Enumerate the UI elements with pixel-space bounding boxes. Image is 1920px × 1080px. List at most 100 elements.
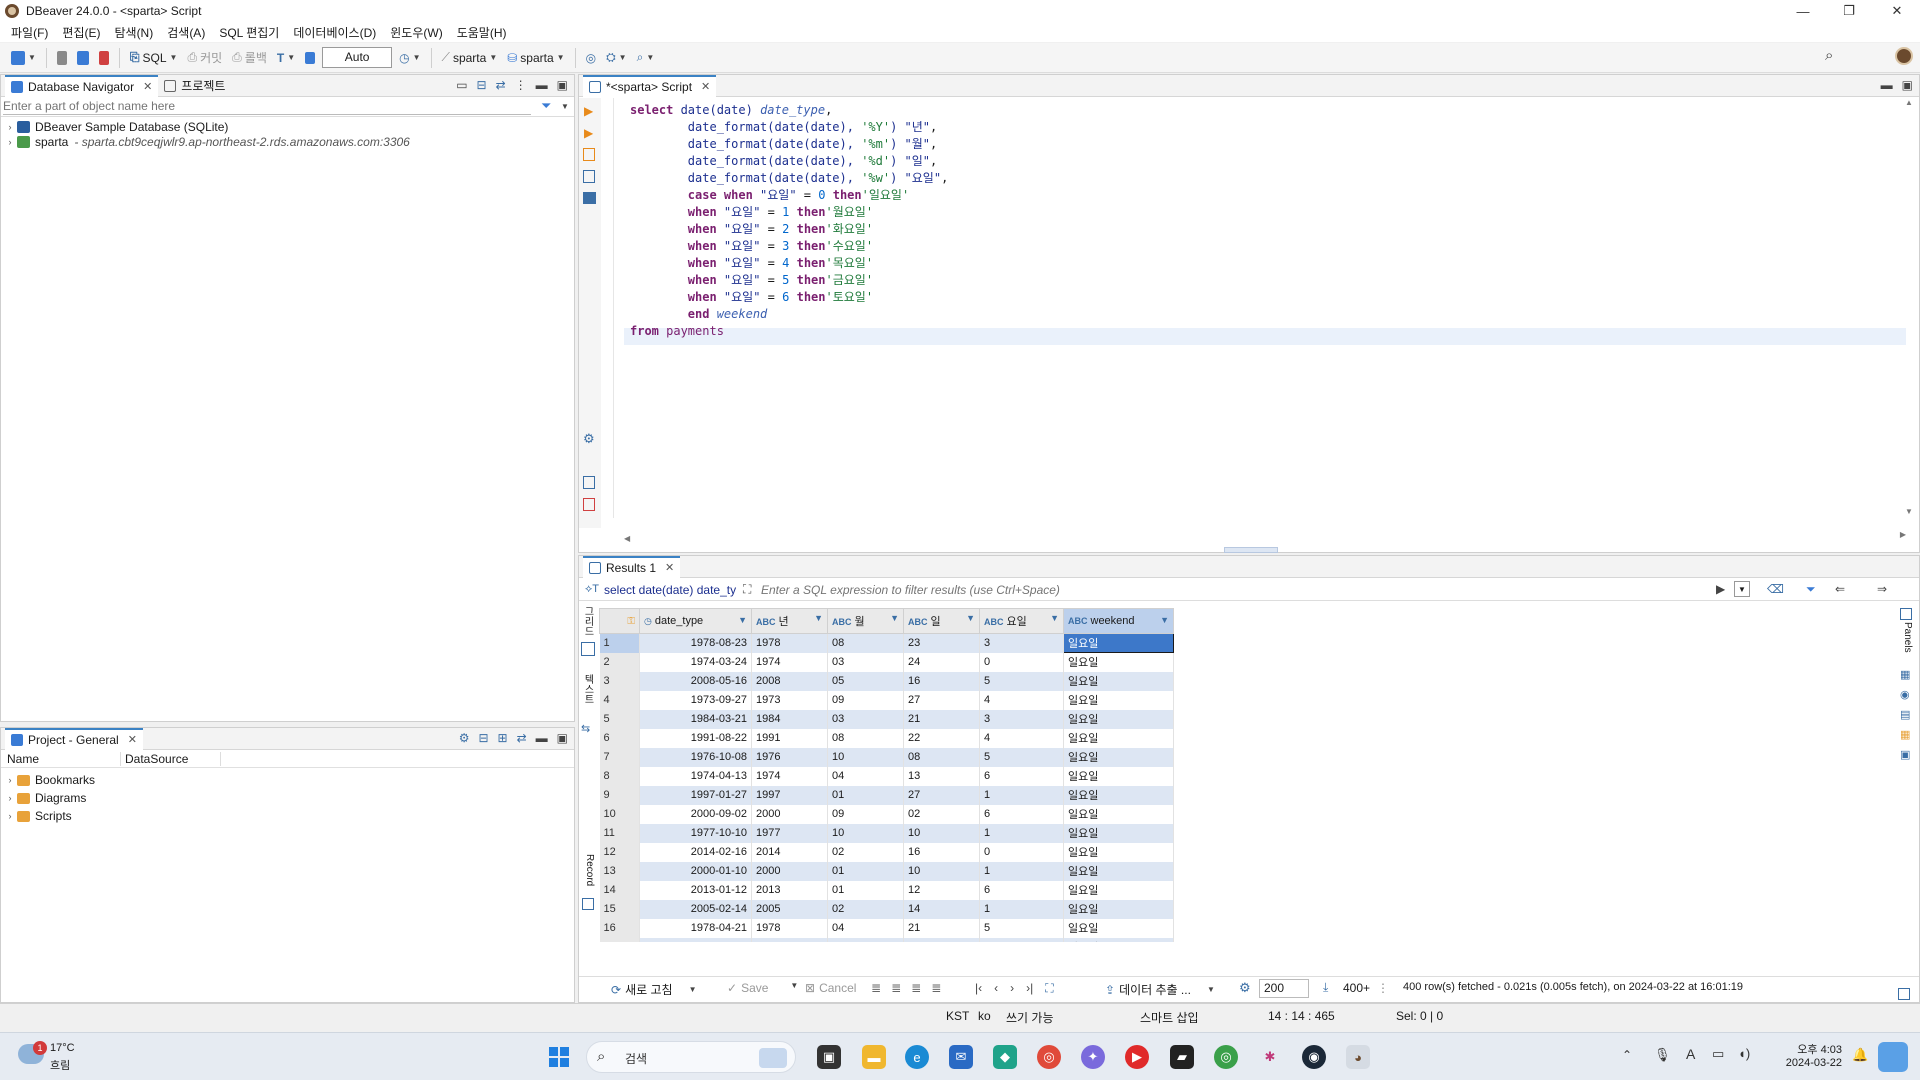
table-cell[interactable]: 2014-02-16 (639, 842, 752, 862)
table-cell[interactable]: 1 (979, 823, 1064, 843)
delete-row-icon[interactable]: ≣ (931, 981, 941, 995)
expand-filter-icon[interactable]: ⛶ (743, 582, 751, 597)
minimize-view-icon[interactable]: ▬ (536, 731, 548, 745)
table-cell[interactable]: 2000-09-02 (639, 804, 752, 824)
more-icon[interactable]: ⋮ (515, 78, 527, 92)
table-row[interactable]: 15 2005-02-14 2005 02 14 1 일요일 (599, 899, 1174, 919)
notification-bell-icon[interactable]: 🔔 (1852, 1047, 1868, 1063)
table-row[interactable]: 5 1984-03-21 1984 03 21 3 일요일 (599, 709, 1174, 729)
copilot-icon[interactable]: ✦ (1081, 1045, 1105, 1069)
table-cell[interactable]: 16 (903, 671, 980, 691)
table-cell[interactable]: 일요일 (1063, 918, 1174, 938)
tools-button[interactable]: ⛭ ▼ (603, 47, 630, 69)
table-row[interactable]: 6 1991-08-22 1991 08 22 4 일요일 (599, 728, 1174, 748)
format-sql-icon[interactable] (583, 476, 595, 489)
volume-icon[interactable]: ◖) (1738, 1046, 1750, 1061)
code-line[interactable]: when "요일" = 2 then'화요일' (630, 221, 873, 238)
table-row[interactable]: 13 2000-01-10 2000 01 10 1 일요일 (599, 861, 1174, 881)
table-cell[interactable]: 1977 (751, 823, 828, 843)
table-cell[interactable]: 2000 (751, 861, 828, 881)
erase-filter-icon[interactable]: ⌫ (1767, 582, 1784, 596)
row-count[interactable]: 400+ (1343, 981, 1370, 995)
minimize-button[interactable]: — (1780, 0, 1826, 22)
execute-statement-icon[interactable]: ▶ (584, 104, 593, 118)
table-cell[interactable]: 일요일 (1063, 785, 1174, 805)
table-cell[interactable]: 일요일 (1063, 899, 1174, 919)
table-cell[interactable]: 1991-08-22 (639, 728, 752, 748)
value-panel-icon[interactable]: ▦ (1900, 668, 1910, 681)
table-cell[interactable]: 2005-02-14 (639, 899, 752, 919)
table-cell[interactable]: 일요일 (1063, 671, 1174, 691)
table-cell[interactable]: 3 (979, 633, 1064, 653)
table-row[interactable]: 4 1973-09-27 1973 09 27 4 일요일 (599, 690, 1174, 710)
slack-icon[interactable]: ✱ (1258, 1045, 1282, 1069)
row-number[interactable]: 10 (599, 804, 640, 824)
table-cell[interactable]: 일요일 (1063, 652, 1174, 672)
table-cell[interactable]: 1 (979, 785, 1064, 805)
table-row[interactable]: 10 2000-09-02 2000 09 02 6 일요일 (599, 804, 1174, 824)
table-cell[interactable]: 1 (979, 899, 1064, 919)
tab-sparta-script[interactable]: *<sparta> Script ✕ (583, 74, 717, 97)
copilot-pre-icon[interactable] (1878, 1042, 1908, 1072)
column-header-weekday[interactable]: ABC 요일 ▼ (979, 608, 1064, 634)
chevron-right-icon[interactable]: › (5, 793, 15, 803)
table-cell[interactable]: 일요일 (1063, 690, 1174, 710)
reconnect-button[interactable] (74, 47, 92, 69)
table-cell[interactable]: 2000 (751, 937, 828, 942)
row-number[interactable]: 8 (599, 766, 640, 786)
table-cell[interactable]: 02 (827, 842, 904, 862)
maximize-view-icon[interactable]: ▣ (1902, 78, 1913, 92)
table-cell[interactable]: 2014 (751, 842, 828, 862)
table-cell[interactable]: 07 (903, 937, 980, 942)
table-cell[interactable]: 1 (979, 937, 1064, 942)
menu-file[interactable]: 파일(F) (4, 24, 55, 41)
refresh-dropdown-icon[interactable]: ▼ (689, 985, 697, 994)
row-number[interactable]: 5 (599, 709, 640, 729)
tab-projects[interactable]: 프로젝트 (158, 75, 231, 97)
collapse-icon[interactable]: ⊟ (477, 78, 487, 92)
code-line[interactable]: select date(date) date_type, (630, 102, 832, 119)
media-player-icon[interactable]: ▶ (1125, 1045, 1149, 1069)
record-view-tab[interactable]: Record (581, 854, 595, 894)
table-cell[interactable]: 1978 (751, 918, 828, 938)
table-cell[interactable]: 일요일 (1063, 728, 1174, 748)
table-cell[interactable]: 08 (827, 633, 904, 653)
tab-database-navigator[interactable]: Database Navigator ✕ (5, 74, 159, 97)
table-cell[interactable]: 2005 (751, 899, 828, 919)
table-cell[interactable]: 일요일 (1063, 747, 1174, 767)
clock-time[interactable]: 오후 4:03 (1770, 1041, 1842, 1057)
table-row[interactable]: 7 1976-10-08 1976 10 08 5 일요일 (599, 747, 1174, 767)
panels-icon[interactable] (1900, 608, 1912, 620)
table-cell[interactable]: 0 (979, 842, 1064, 862)
table-cell[interactable]: 5 (979, 747, 1064, 767)
table-row[interactable]: 172000-02-07200002071일요일 (599, 937, 1174, 942)
microphone-icon[interactable]: 🎙 (1654, 1047, 1671, 1063)
table-cell[interactable]: 05 (827, 671, 904, 691)
table-cell[interactable]: 6 (979, 804, 1064, 824)
chevron-up-icon[interactable]: ⌃ (1622, 1048, 1632, 1062)
code-line[interactable]: when "요일" = 3 then'수요일' (630, 238, 873, 255)
table-cell[interactable]: 09 (827, 804, 904, 824)
settings-icon[interactable]: ⚙ (583, 431, 595, 447)
table-cell[interactable]: 일요일 (1063, 880, 1174, 900)
explain-plan-icon[interactable] (583, 170, 595, 183)
table-cell[interactable]: 1976-10-08 (639, 747, 752, 767)
table-row[interactable]: 3 2008-05-16 2008 05 16 5 일요일 (599, 671, 1174, 691)
column-header-date-type[interactable]: ◷ date_type ▼ (639, 608, 752, 634)
row-number[interactable]: 3 (599, 671, 640, 691)
row-count-icon[interactable]: ⤓ (1323, 980, 1328, 995)
table-cell[interactable]: 일요일 (1063, 937, 1174, 942)
forward-icon[interactable]: ⇒ (1877, 582, 1887, 596)
network-icon[interactable]: ▭ (1712, 1046, 1724, 1062)
save-dropdown-icon[interactable]: ▼ (790, 981, 798, 995)
table-cell[interactable]: 03 (827, 652, 904, 672)
code-line[interactable]: date_format(date(date), '%w') "요일", (630, 170, 949, 187)
filter-icon[interactable]: ⏷ (541, 98, 551, 114)
table-row[interactable]: 1 1978-08-23 1978 08 23 3 일요일 (599, 633, 1174, 653)
row-number[interactable]: 14 (599, 880, 640, 900)
row-number[interactable]: 2 (599, 652, 640, 672)
table-cell[interactable]: 3 (979, 709, 1064, 729)
edge-icon[interactable]: e (905, 1045, 929, 1069)
new-connection-button[interactable]: ▼ (8, 47, 39, 69)
weather-desc[interactable]: 흐림 (50, 1057, 70, 1073)
